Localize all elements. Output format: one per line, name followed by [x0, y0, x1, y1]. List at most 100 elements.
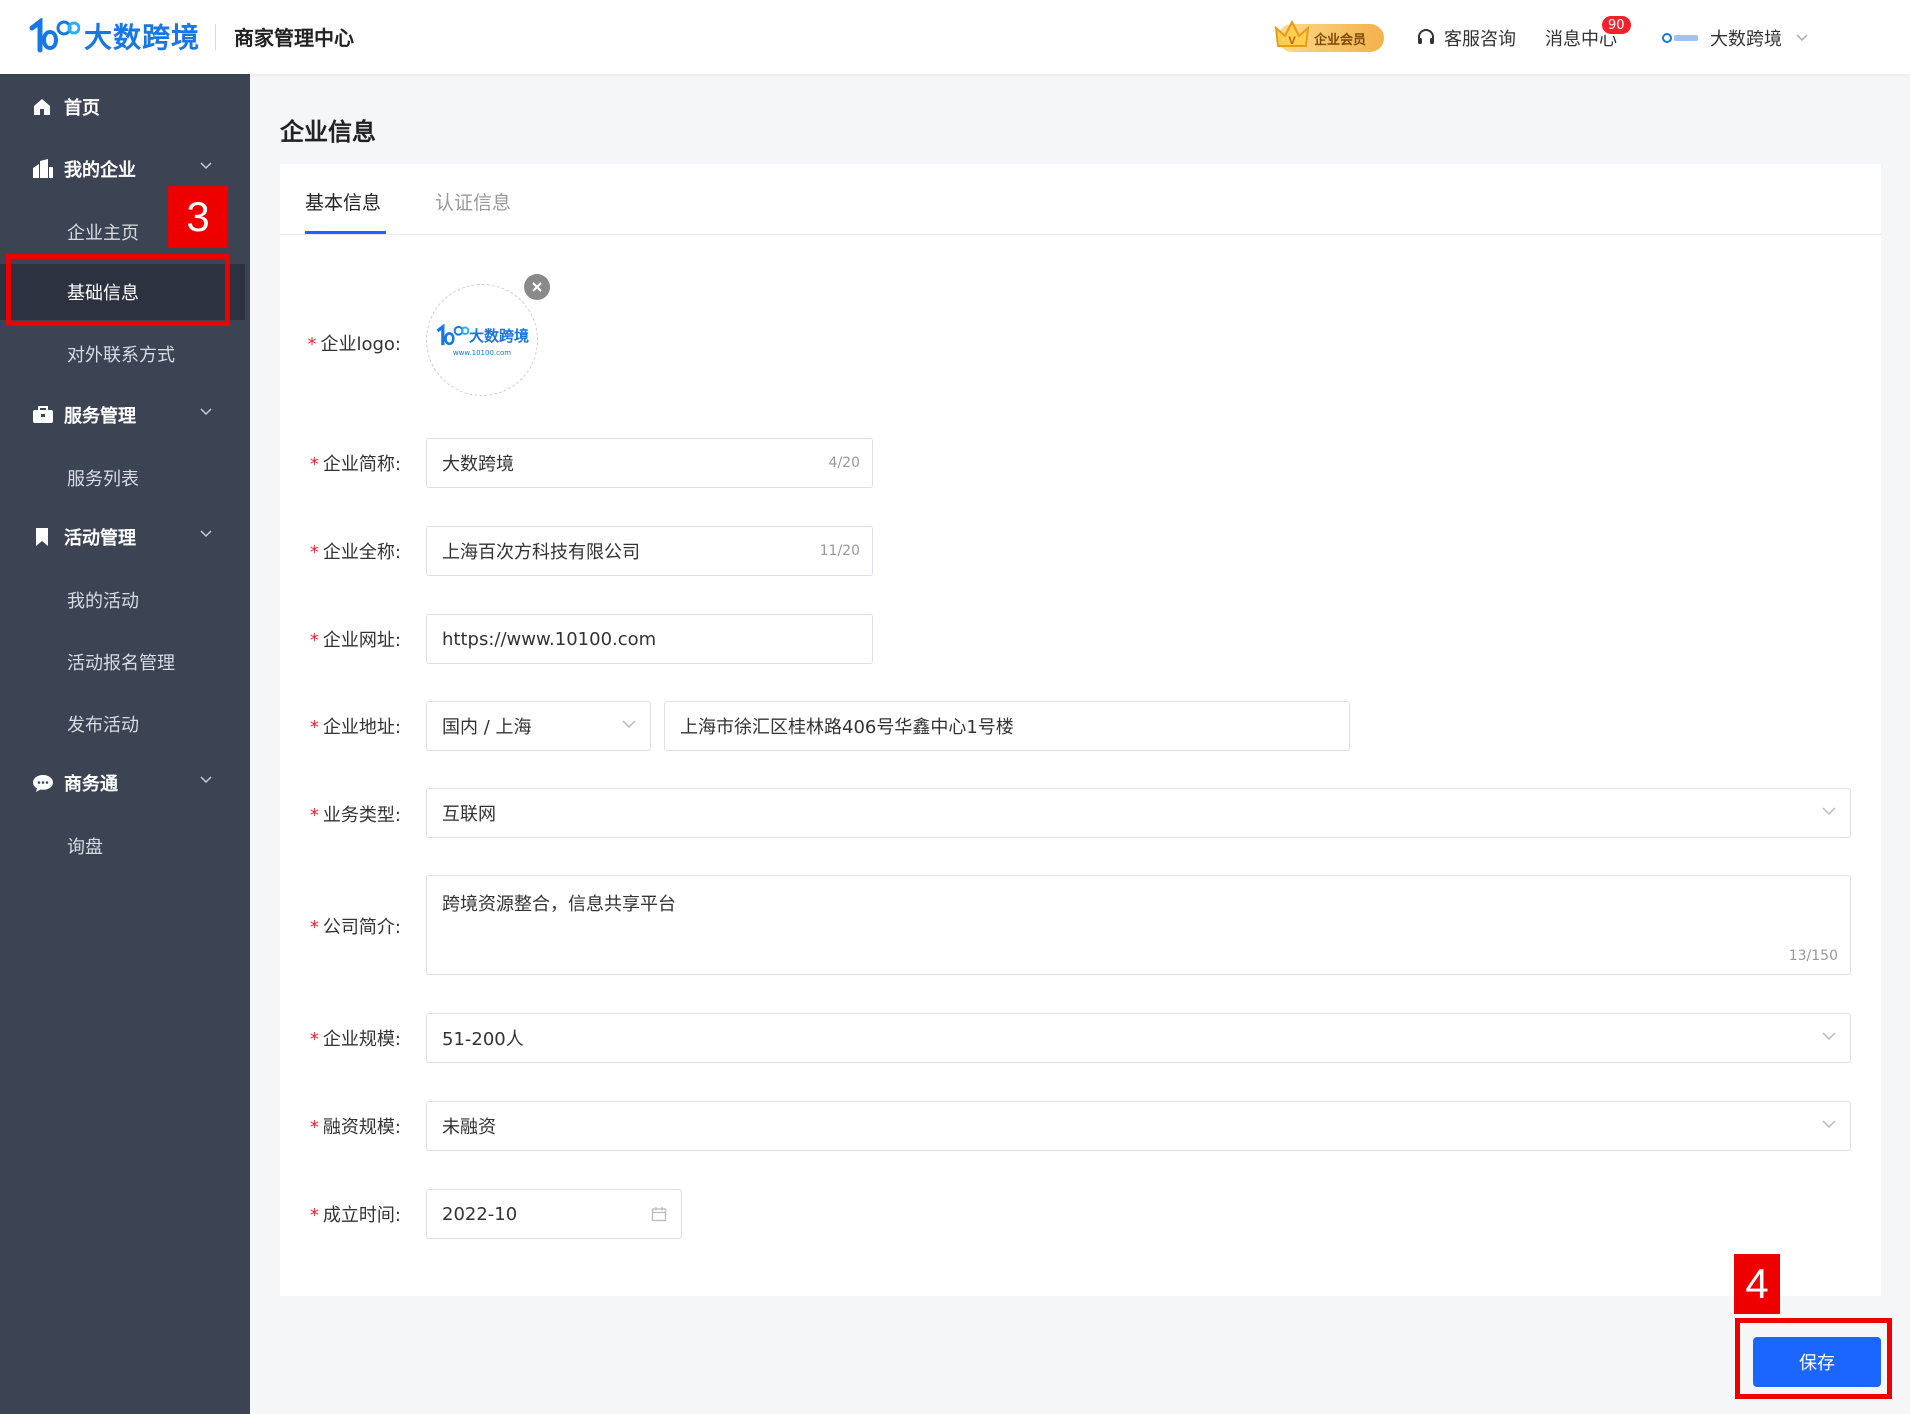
intro-counter: 13/150	[1788, 948, 1838, 964]
scale-select[interactable]: 51-200人	[426, 1013, 1851, 1063]
user-name: 大数跨境	[1710, 29, 1782, 50]
sidebar-item-my-activities[interactable]: 我的活动	[0, 572, 245, 628]
header-divider	[215, 24, 216, 50]
short-name-value: 大数跨境	[442, 454, 514, 475]
sidebar-group-label: 商务通	[64, 774, 118, 795]
required-mark: *	[309, 630, 319, 651]
required-mark: *	[307, 334, 317, 355]
required-mark: *	[309, 917, 319, 938]
chevron-down-icon	[1822, 1032, 1836, 1041]
crown-icon: V	[1274, 19, 1310, 47]
chevron-down-icon	[1822, 807, 1836, 816]
sidebar-item-service-list[interactable]: 服务列表	[0, 450, 245, 506]
full-name-value: 上海百次方科技有限公司	[442, 542, 640, 563]
required-mark: *	[309, 454, 319, 475]
scale-label-text: 企业规模:	[322, 1029, 401, 1050]
chat-icon	[33, 775, 53, 792]
headset-icon	[1418, 29, 1434, 44]
save-button[interactable]: 保存	[1753, 1337, 1881, 1387]
remove-logo-button[interactable]	[524, 274, 550, 300]
home-icon	[34, 99, 50, 115]
chevron-down-icon	[1822, 1120, 1836, 1129]
user-menu[interactable]: 大数跨境	[1662, 24, 1808, 52]
annotation-highlight-box	[6, 254, 230, 326]
company-icon	[33, 159, 53, 178]
chevron-down-icon	[1796, 34, 1808, 42]
founded-label-text: 成立时间:	[322, 1205, 401, 1226]
founded-date-picker[interactable]: 2022-10	[426, 1189, 682, 1239]
address-region-select[interactable]: 国内 / 上海	[426, 701, 651, 751]
sidebar-group-label: 我的企业	[64, 160, 136, 181]
intro-value: 跨境资源整合，信息共享平台	[442, 894, 676, 915]
sidebar-item-contact[interactable]: 对外联系方式	[0, 326, 245, 382]
scale-label: * 企业规模:	[280, 1025, 401, 1051]
sidebar-item-home[interactable]: 首页	[0, 84, 250, 130]
company-logo-url: www.10100.com	[452, 348, 512, 357]
required-mark: *	[309, 717, 319, 738]
short-name-label-text: 企业简称:	[322, 454, 401, 475]
business-type-value: 互联网	[442, 804, 496, 825]
company-logo-image: 大数跨境 www.10100.com	[435, 323, 529, 357]
tab-basic-info[interactable]: 基本信息	[305, 188, 381, 215]
full-name-label-text: 企业全称:	[322, 542, 401, 563]
sidebar-group-activities[interactable]: 活动管理	[0, 514, 250, 560]
calendar-icon	[651, 1207, 667, 1222]
chevron-down-icon	[622, 720, 636, 729]
funding-value: 未融资	[442, 1117, 496, 1138]
website-input[interactable]: https://www.10100.com	[426, 614, 873, 664]
tab-bar: 基本信息 认证信息	[280, 164, 1881, 235]
address-detail-value: 上海市徐汇区桂林路406号华鑫中心1号楼	[680, 717, 1014, 738]
business-type-label: * 业务类型:	[280, 801, 401, 827]
short-name-counter: 4/20	[828, 455, 860, 471]
full-name-counter: 11/20	[819, 543, 860, 559]
intro-textarea[interactable]: 跨境资源整合，信息共享平台 13/150	[426, 875, 1851, 975]
annotation-step-number: 4	[1734, 1254, 1780, 1314]
founded-label: * 成立时间:	[280, 1201, 401, 1227]
customer-service-label: 客服咨询	[1444, 29, 1516, 50]
app-title: 商家管理中心	[234, 26, 354, 50]
sidebar-group-services[interactable]: 服务管理	[0, 392, 250, 438]
intro-label-text: 公司简介:	[322, 917, 401, 938]
user-avatar	[1662, 33, 1698, 43]
funding-label: * 融资规模:	[280, 1113, 401, 1139]
required-mark: *	[309, 1029, 319, 1050]
vip-badge[interactable]: V 企业会员	[1274, 19, 1384, 52]
close-icon	[532, 282, 542, 292]
tab-certification-info[interactable]: 认证信息	[435, 188, 511, 215]
funding-label-text: 融资规模:	[322, 1117, 401, 1138]
annotation-step-number: 3	[168, 186, 228, 248]
sidebar-group-label: 服务管理	[64, 406, 136, 427]
company-info-card: 基本信息 认证信息 * 企业logo: 大数跨境 www.10100.com * 企…	[280, 164, 1881, 1296]
logo-upload[interactable]: 大数跨境 www.10100.com	[426, 284, 538, 396]
required-mark: *	[309, 542, 319, 563]
funding-select[interactable]: 未融资	[426, 1101, 1851, 1151]
sidebar-item-publish-activity[interactable]: 发布活动	[0, 696, 245, 752]
address-label: * 企业地址:	[280, 713, 401, 739]
top-header: 大数跨境 商家管理中心 V 企业会员 客服咨询 消息中心 90 大数跨境	[0, 0, 1910, 74]
message-count-badge: 90	[1600, 14, 1633, 36]
website-label: * 企业网址:	[280, 626, 401, 652]
short-name-input[interactable]: 大数跨境 4/20	[426, 438, 873, 488]
website-value: https://www.10100.com	[442, 628, 657, 650]
sidebar-group-label: 活动管理	[64, 528, 136, 549]
chevron-down-icon	[200, 162, 212, 170]
sidebar-item-registration[interactable]: 活动报名管理	[0, 634, 245, 690]
company-logo-mark-icon	[436, 323, 469, 345]
vip-label: 企业会员	[1314, 32, 1367, 48]
business-type-select[interactable]: 互联网	[426, 788, 1851, 838]
website-label-text: 企业网址:	[322, 630, 401, 651]
required-mark: *	[309, 805, 319, 826]
full-name-input[interactable]: 上海百次方科技有限公司 11/20	[426, 526, 873, 576]
chevron-down-icon	[200, 408, 212, 416]
sidebar-item-inquiry[interactable]: 询盘	[0, 818, 245, 874]
address-region-value: 国内 / 上海	[442, 717, 532, 738]
sidebar-group-business[interactable]: 商务通	[0, 760, 250, 806]
logo-label: * 企业logo:	[280, 330, 401, 356]
brand-logo[interactable]: 大数跨境	[28, 16, 200, 56]
svg-text:V: V	[1288, 35, 1296, 47]
briefcase-icon	[33, 406, 53, 423]
customer-service-link[interactable]: 客服咨询	[1416, 24, 1516, 52]
chevron-down-icon	[200, 776, 212, 784]
address-detail-input[interactable]: 上海市徐汇区桂林路406号华鑫中心1号楼	[664, 701, 1350, 751]
brand-name: 大数跨境	[84, 21, 201, 54]
